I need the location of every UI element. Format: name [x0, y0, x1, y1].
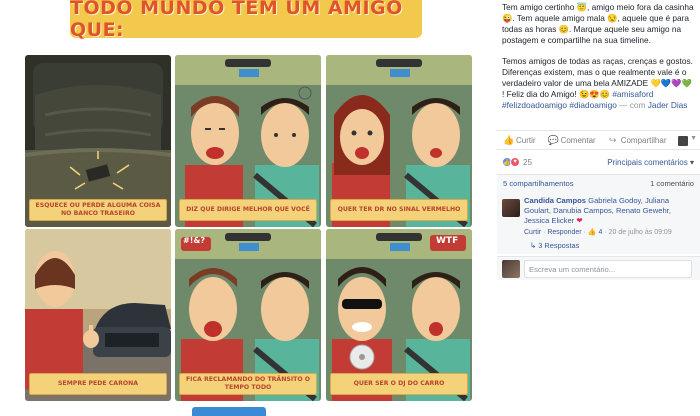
share-button[interactable]: ↪ Compartilhar [608, 135, 667, 146]
chevron-down-icon[interactable]: ▼ [690, 135, 697, 142]
partial-blue-button [192, 407, 266, 416]
like-button[interactable]: 👍 Curtir [503, 135, 536, 146]
post-paragraph-1: Tem amigo certinho 😇, amigo meio fora da… [502, 2, 694, 45]
panel-3-caption: Quer ter DR no sinal vermelho [330, 199, 468, 221]
comment-bubble-icon: 💬 [547, 134, 559, 145]
comments-count[interactable]: 1 comentário [650, 179, 694, 188]
comic-panel-3: Quer ter DR no sinal vermelho [326, 55, 472, 227]
panel-5-caption: Fica reclamando do trânsito o tempo todo [179, 373, 317, 395]
comment-sort-dropdown[interactable]: Principais comentários ▾ [607, 158, 694, 167]
reaction-count: 25 [523, 157, 532, 167]
thumbs-up-icon: 👍 [503, 134, 515, 145]
angry-speech-bubble: #!&? [183, 236, 205, 245]
tagged-person-link[interactable]: Jader Dias [648, 100, 688, 110]
panel-2-caption: Diz que dirige melhor que você [179, 199, 317, 221]
love-reaction-icon: ♥ [510, 157, 520, 167]
chevron-down-icon: ▾ [689, 157, 694, 167]
comment-author[interactable]: Candida Campos [524, 196, 586, 205]
panel-4-caption: Sempre pede carona [29, 373, 167, 395]
page-avatar-selector[interactable] [678, 136, 688, 146]
reactions-row[interactable]: 👍 ♥ 25 Principais comentários ▾ [497, 152, 700, 172]
with-separator: — com [616, 100, 648, 110]
comic-panel-5: #!&? Fica reclamando do trânsito o tempo… [175, 229, 321, 401]
comic-panel-4: Sempre pede carona [25, 229, 171, 401]
hashtag-link[interactable]: #amisaford [612, 89, 653, 99]
like-label: Curtir [516, 135, 536, 145]
post-caption: Tem amigo certinho 😇, amigo meio fora da… [502, 2, 695, 121]
reply-arrow-icon: ↳ [530, 240, 537, 250]
comment-meta: Curtir · Responder · 👍 4 · 20 de julho à… [524, 228, 672, 236]
panel-6-caption: Quer ser o DJ do carro [330, 373, 468, 395]
comment-label: Comentar [560, 135, 596, 145]
comment-text: Candida Campos Gabriela Godoy, Juliana G… [524, 196, 696, 227]
share-label: Compartilhar [620, 135, 667, 145]
comment-sort-label: Principais comentários [607, 157, 688, 167]
comment-likes-count: 4 [598, 228, 603, 236]
photo-title: TODO MUNDO TEM UM AMIGO QUE: [70, 0, 422, 41]
comment-input[interactable] [524, 260, 692, 278]
comic-panel-2: Diz que dirige melhor que você [175, 55, 321, 227]
panel-1-caption: Esquece ou perde alguma coisa no banco t… [29, 199, 167, 221]
replies-count: 3 Respostas [538, 240, 580, 250]
post-actions-bar: 👍 Curtir 💬 Comentar ↪ Compartilhar ▼ [497, 130, 700, 150]
comment-reply-link[interactable]: Responder [547, 229, 581, 236]
comment-button[interactable]: 💬 Comentar [548, 135, 596, 146]
hashtag-link[interactable]: #diadoamigo [569, 100, 617, 110]
engagement-stats: 5 compartilhamentos 1 comentário [497, 174, 700, 192]
comic-panel-6: WTF Quer ser o DJ do carro [326, 229, 472, 401]
thumbs-up-icon: 👍 [587, 228, 597, 236]
shares-count-link[interactable]: 5 compartilhamentos [503, 179, 574, 188]
comment-body: Candida Campos Gabriela Godoy, Juliana G… [524, 196, 696, 251]
avatar[interactable] [502, 199, 520, 217]
comic-panel-1: Esquece ou perde alguma coisa no banco t… [25, 55, 171, 227]
comment-item: Candida Campos Gabriela Godoy, Juliana G… [497, 192, 700, 254]
post-photo[interactable]: TODO MUNDO TEM UM AMIGO QUE: Esquece ou … [0, 0, 497, 416]
post-paragraph-2-text: Temos amigos de todas as raças, crenças … [502, 56, 693, 99]
view-replies-link[interactable]: ↳ 3 Respostas [524, 241, 696, 251]
comment-timestamp[interactable]: 20 de julho às 09:09 [609, 229, 672, 236]
post-side-panel: Tem amigo certinho 😇, amigo meio fora da… [497, 0, 700, 416]
comment-composer [497, 256, 700, 280]
comment-like-link[interactable]: Curtir [524, 229, 541, 236]
wtf-speech-bubble: WTF [436, 236, 459, 246]
post-paragraph-2: Temos amigos de todas as raças, crenças … [502, 56, 695, 111]
heart-icon: ❤ [576, 216, 583, 226]
share-arrow-icon: ↪ [608, 134, 617, 145]
comment-likes[interactable]: 👍 4 [588, 229, 603, 236]
hashtag-link[interactable]: #felizdoadoamigo [502, 100, 567, 110]
avatar [502, 260, 520, 278]
